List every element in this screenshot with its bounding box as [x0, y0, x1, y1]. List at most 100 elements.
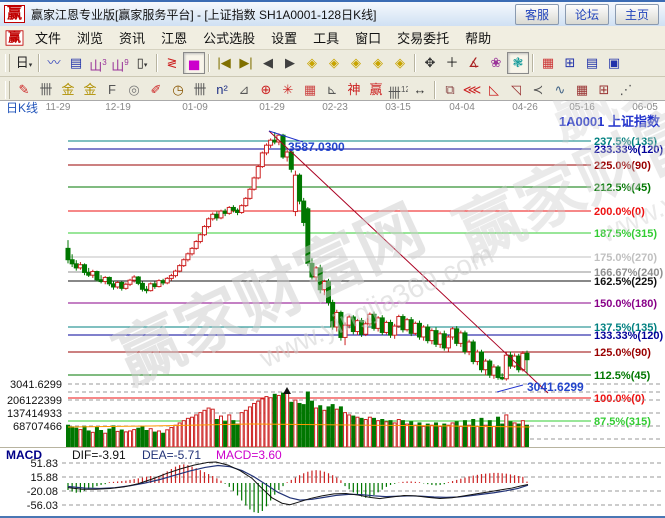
volume-bar — [422, 426, 425, 447]
gann-label-14: 100.0%(0) — [594, 393, 645, 405]
trendline-tool-icon[interactable]: ∡ — [463, 52, 485, 74]
chart-area[interactable]: 11-2912-1901-0901-2902-2303-1504-0404-26… — [0, 100, 665, 518]
volume-bar — [67, 425, 70, 447]
menu-item-1[interactable]: 浏览 — [69, 26, 111, 49]
ruler-123-icon[interactable]: 卌123 — [387, 79, 409, 101]
grid-tool2-icon[interactable]: ⊞ — [593, 79, 615, 101]
volume-bar — [95, 428, 98, 447]
slant-lines-icon[interactable]: ⋰ — [615, 79, 637, 101]
info-doc-icon[interactable]: ▤ — [65, 52, 87, 74]
period-day-button[interactable]: 日▾ — [13, 52, 35, 74]
kline-compress-icon[interactable]: ≷ — [161, 52, 183, 74]
candle-body — [87, 272, 91, 275]
candle-body — [422, 327, 426, 337]
gold-gann-icon-2[interactable]: 金 — [79, 79, 101, 101]
comb2-icon[interactable]: 卌 — [189, 79, 211, 101]
grid-tool-icon[interactable]: ▦ — [571, 79, 593, 101]
menu-item-6[interactable]: 工具 — [305, 26, 347, 49]
toolbar-separator — [532, 54, 534, 72]
menu-item-5[interactable]: 设置 — [263, 26, 305, 49]
notes-icon[interactable]: ▤ — [581, 52, 603, 74]
volume-bar — [509, 422, 512, 447]
fan-lines-icon[interactable]: ⋘ — [461, 79, 483, 101]
angle-ruler-icon[interactable]: ⊾ — [321, 79, 343, 101]
prev-page-button[interactable]: ◀ — [257, 52, 279, 74]
pan-hand-icon[interactable]: ✥ — [419, 52, 441, 74]
fan-box2-icon[interactable]: ◹ — [505, 79, 527, 101]
gann-diamond-left-icon[interactable]: ◈ — [301, 52, 323, 74]
menu-item-0[interactable]: 文件 — [27, 26, 69, 49]
menu-bar: 赢 文件浏览资讯江恩公式选股设置工具窗口交易委托帮助 — [0, 26, 665, 50]
globe-tool-icon[interactable]: ❃ — [507, 52, 529, 74]
shen-tool-icon[interactable]: 神 — [343, 79, 365, 101]
fan-box-icon[interactable]: ◺ — [483, 79, 505, 101]
macd-dif-value: DIF=-3.91 — [72, 448, 126, 462]
volume-bar — [315, 408, 318, 447]
volume-bar — [265, 397, 268, 447]
crosshair-icon[interactable]: ＋ — [441, 52, 463, 74]
candle-body — [521, 353, 525, 369]
h-resize-icon[interactable]: ↔ — [409, 79, 431, 101]
menu-item-4[interactable]: 公式选股 — [195, 26, 263, 49]
volume-bar — [178, 423, 181, 447]
next-page-button[interactable]: ▶ — [279, 52, 301, 74]
gann-comb-icon[interactable]: 卌 — [35, 79, 57, 101]
candle-body — [161, 281, 165, 283]
gann-diamond-right-icon[interactable]: ◈ — [323, 52, 345, 74]
bars-3-icon[interactable]: 山3 — [87, 52, 109, 74]
gann-diamond-up-icon[interactable]: ◈ — [345, 52, 367, 74]
box-tool-icon[interactable]: ⧉ — [439, 79, 461, 101]
kline-chart-svg[interactable]: 11-2912-1901-0901-2902-2303-1504-0404-26… — [0, 100, 665, 518]
volume-bar — [372, 418, 375, 447]
date-tick-4: 02-23 — [322, 102, 348, 113]
home-button[interactable]: 主页 — [615, 4, 659, 25]
volume-chart-icon[interactable]: ▅ — [183, 52, 205, 74]
save-icon[interactable]: ▣ — [603, 52, 625, 74]
volume-bar — [302, 405, 305, 447]
candle-body — [455, 329, 459, 344]
first-page-button[interactable]: |◀ — [213, 52, 235, 74]
gann-diamond-center-icon[interactable]: ◈ — [389, 52, 411, 74]
app-window: 赢 赢家江恩专业版[赢家服务平台] - [上证指数 SH1A0001-128日K… — [0, 0, 665, 518]
draw-pencil2-icon[interactable]: ✐ — [145, 79, 167, 101]
target-icon[interactable]: ⊕ — [255, 79, 277, 101]
time-cycle-icon[interactable]: ◷ — [167, 79, 189, 101]
volume-bar — [149, 429, 152, 447]
zigzag-icon[interactable]: ∿ — [549, 79, 571, 101]
volume-bar — [356, 417, 359, 447]
spiral-icon[interactable]: ◎ — [123, 79, 145, 101]
last-page-button[interactable]: ▶| — [235, 52, 257, 74]
ying-tool-icon[interactable]: 赢 — [365, 79, 387, 101]
candle-body — [484, 361, 488, 370]
n-square-icon[interactable]: n² — [211, 79, 233, 101]
gold-gann-icon-1[interactable]: 金 — [57, 79, 79, 101]
angle-lines-icon[interactable]: ≺ — [527, 79, 549, 101]
menu-item-7[interactable]: 窗口 — [347, 26, 389, 49]
menu-item-3[interactable]: 江恩 — [153, 26, 195, 49]
gann-diamond-down-icon[interactable]: ◈ — [367, 52, 389, 74]
draw-pencil-icon[interactable]: ✎ — [13, 79, 35, 101]
volume-bar — [439, 426, 442, 447]
customer-service-button[interactable]: 客服 — [515, 4, 559, 25]
forum-button[interactable]: 论坛 — [565, 4, 609, 25]
mirror-icon[interactable]: ⊿ — [233, 79, 255, 101]
flower-tool-icon[interactable]: ❀ — [485, 52, 507, 74]
bars-9-icon[interactable]: 山9 — [109, 52, 131, 74]
star-burst-icon[interactable]: ✳ — [277, 79, 299, 101]
red-grid-icon[interactable]: ▦ — [299, 79, 321, 101]
f-comb-icon[interactable]: F — [101, 79, 123, 101]
volume-bar — [211, 409, 214, 447]
pattern-view-icon[interactable]: 〰 — [43, 52, 65, 74]
menu-item-8[interactable]: 交易委托 — [389, 26, 457, 49]
calculator-icon[interactable]: ⊞ — [559, 52, 581, 74]
menu-item-2[interactable]: 资讯 — [111, 26, 153, 49]
calendar-icon[interactable]: ▦ — [537, 52, 559, 74]
candle-body — [153, 284, 157, 287]
toolbar-grip — [5, 54, 10, 72]
candle-body — [103, 277, 107, 281]
volume-bar — [459, 426, 462, 447]
candle-body — [417, 323, 421, 337]
candle-body — [107, 277, 111, 283]
menu-item-9[interactable]: 帮助 — [457, 26, 499, 49]
candle-style-button[interactable]: ▯▾ — [131, 52, 153, 74]
